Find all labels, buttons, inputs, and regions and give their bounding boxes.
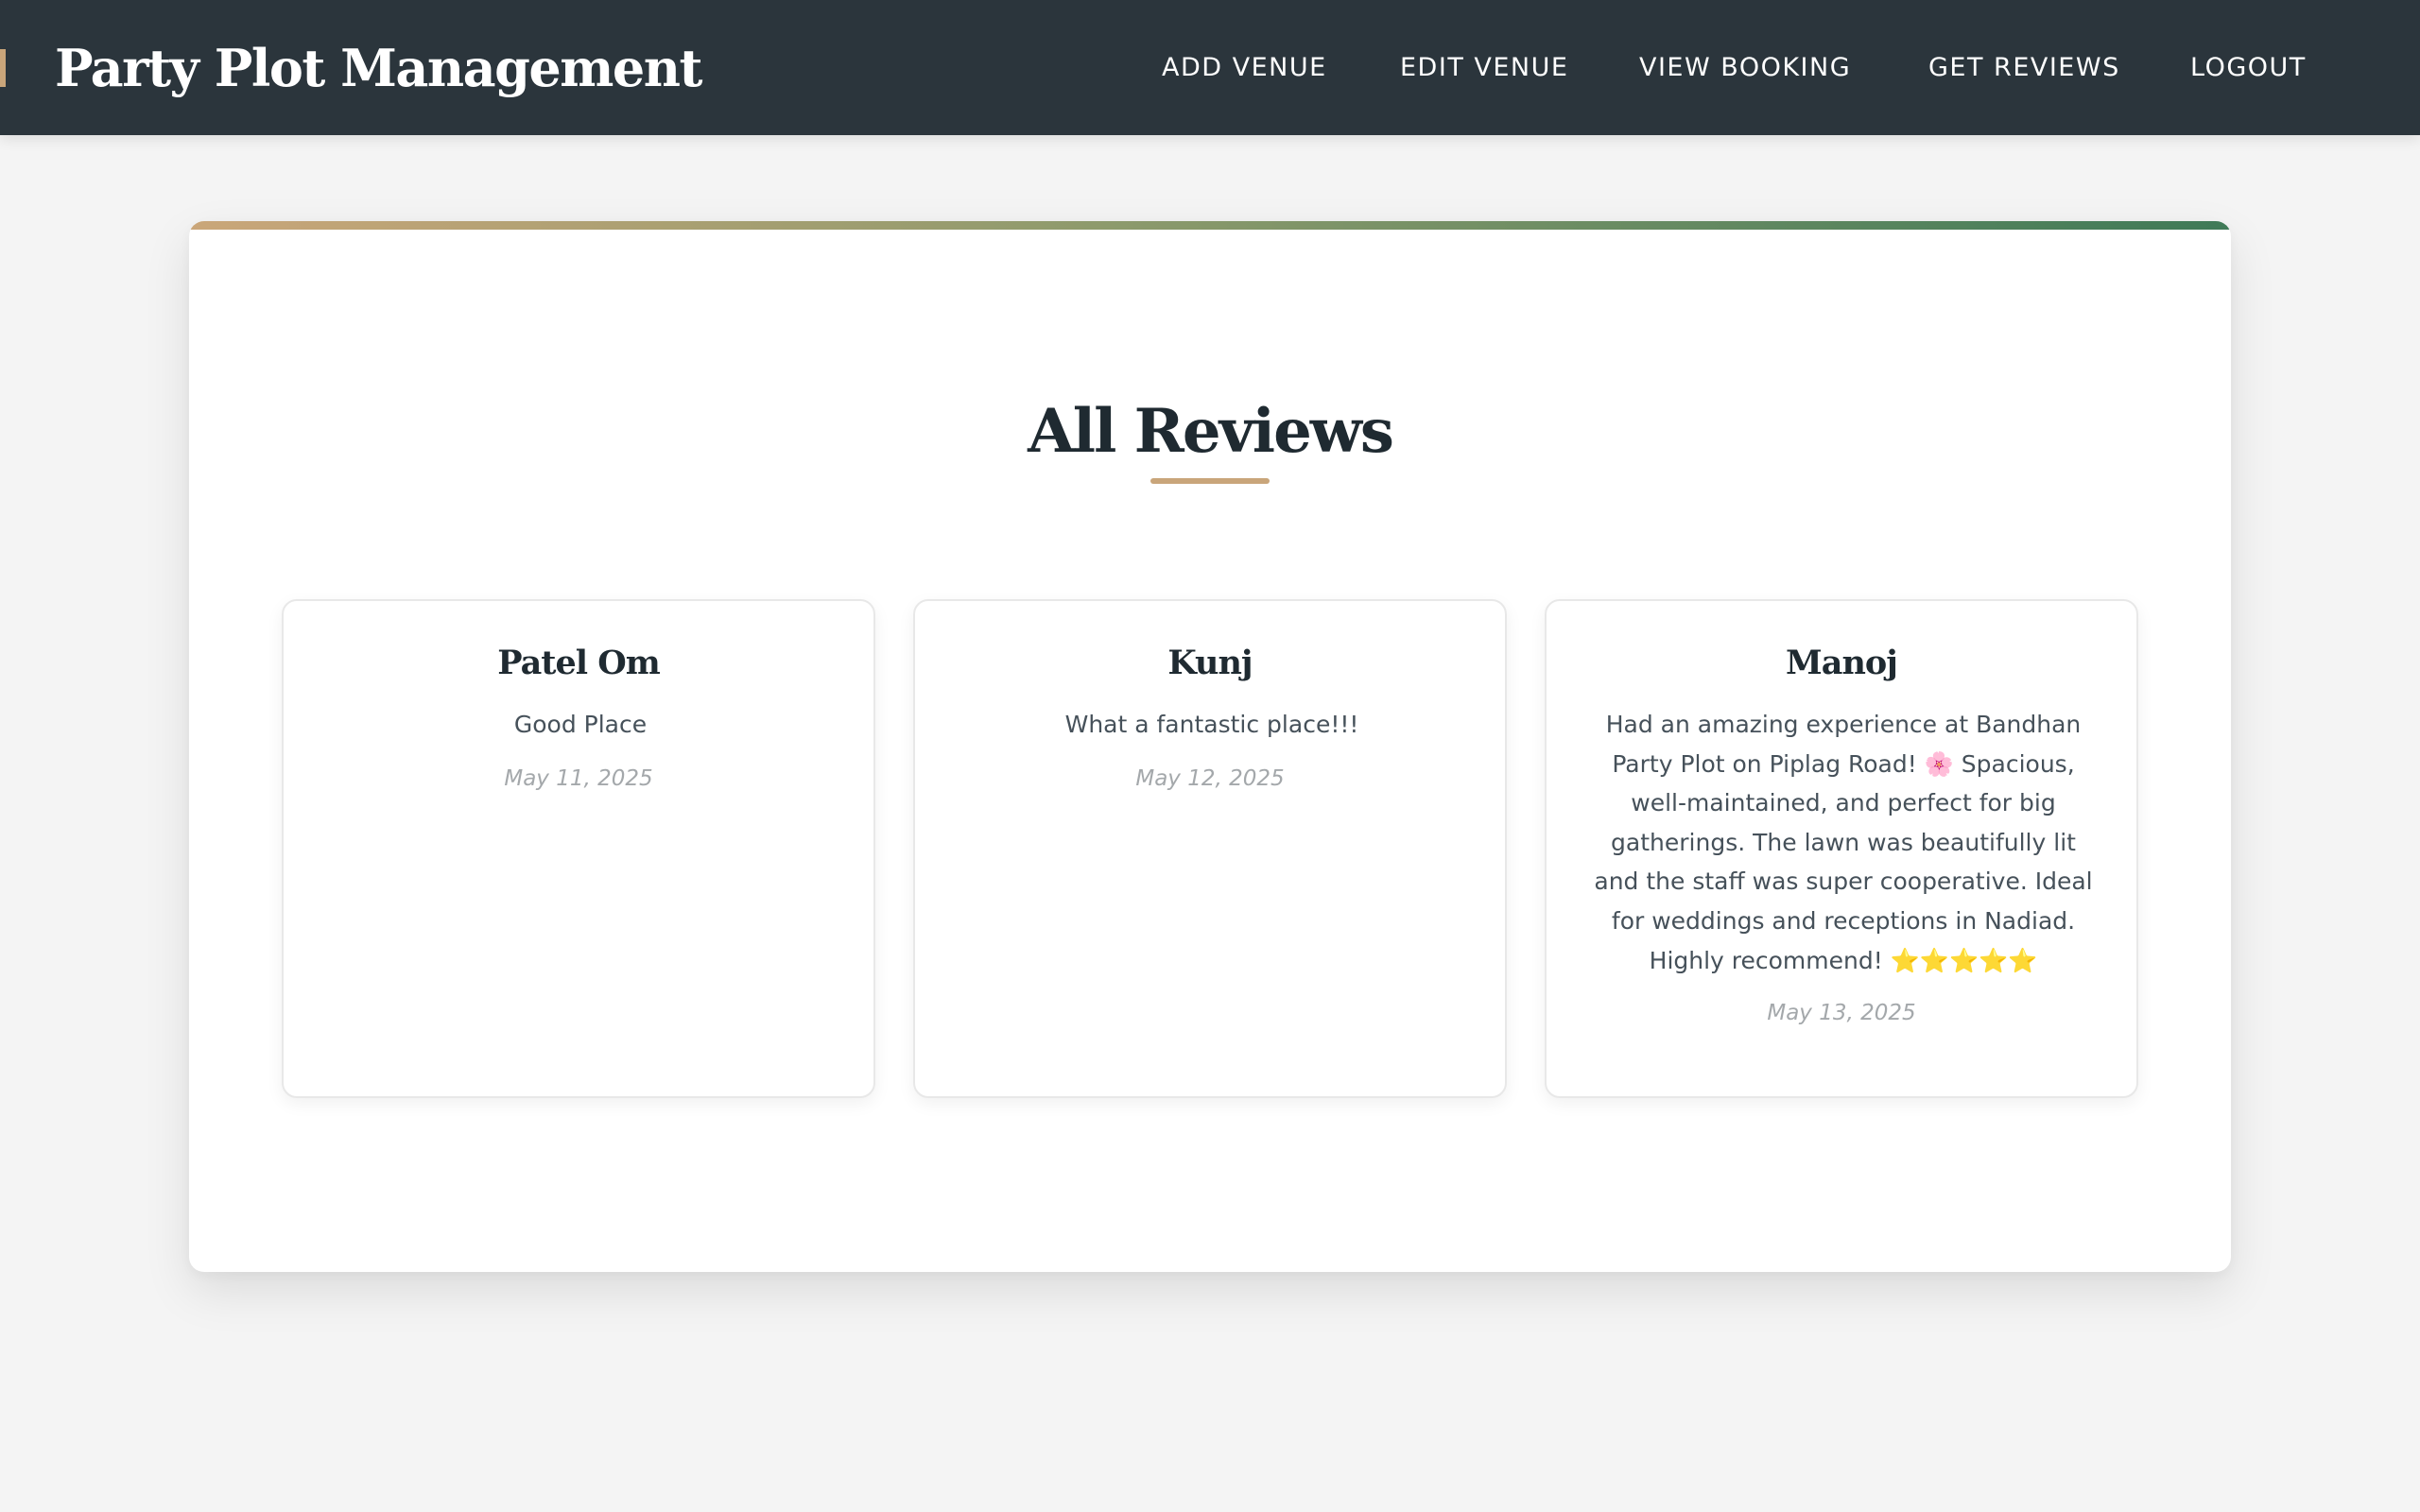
reviewer-name: Kunj [1167, 644, 1253, 682]
nav-logout[interactable]: LOGOUT [2190, 47, 2307, 89]
nav-get-reviews[interactable]: GET REVIEWS [1928, 47, 2120, 89]
review-card: Manoj Had an amazing experience at Bandh… [1545, 599, 2138, 1098]
review-text: Good Place [513, 711, 648, 738]
top-navbar: Party Plot Management ADD VENUE EDIT VEN… [0, 0, 2420, 135]
review-date: May 13, 2025 [1767, 1001, 1916, 1025]
gradient-accent-line [189, 221, 2231, 230]
reviewer-name: Patel Om [497, 644, 661, 682]
review-date: May 12, 2025 [1135, 766, 1285, 791]
nav-view-booking[interactable]: VIEW BOOKING [1639, 47, 1851, 89]
reviewer-name: Manoj [1786, 644, 1898, 682]
reviews-panel: All Reviews Patel Om Good Place May 11, … [189, 221, 2231, 1272]
review-card: Kunj What a fantastic place!!! May 12, 2… [913, 599, 1507, 1098]
review-card: Patel Om Good Place May 11, 2025 [282, 599, 875, 1098]
main-nav: ADD VENUE EDIT VENUE VIEW BOOKING GET RE… [0, 47, 2420, 89]
review-text: What a fantastic place!!! [1064, 711, 1359, 738]
review-text: Had an amazing experience at Bandhan Par… [1594, 711, 2093, 974]
nav-add-venue[interactable]: ADD VENUE [1162, 47, 1327, 89]
page-title: All Reviews [1028, 396, 1394, 467]
title-underline [1150, 478, 1270, 484]
nav-edit-venue[interactable]: EDIT VENUE [1400, 47, 1568, 89]
review-date: May 11, 2025 [504, 766, 653, 791]
